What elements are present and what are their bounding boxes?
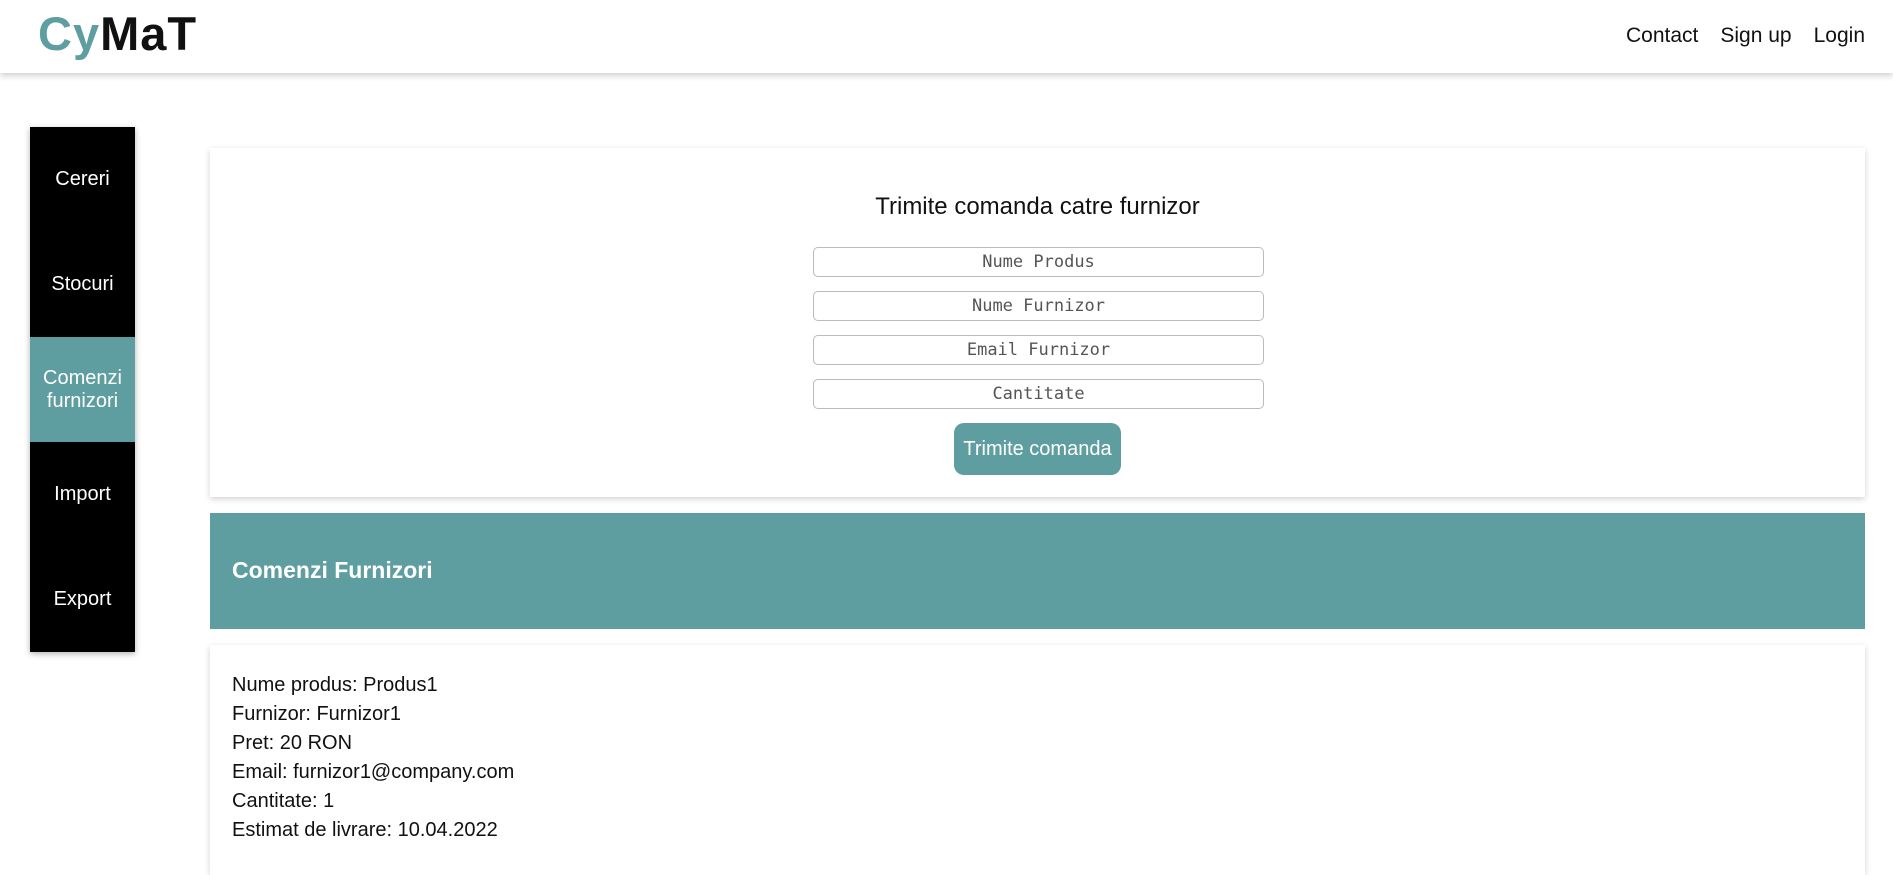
- supplier-name-input[interactable]: [813, 291, 1264, 321]
- nav-signup-link[interactable]: Sign up: [1720, 24, 1791, 48]
- orders-section-title: Comenzi Furnizori: [232, 557, 433, 583]
- order-supplier: Furnizor: Furnizor1: [232, 703, 401, 725]
- product-name-input[interactable]: [813, 247, 1264, 277]
- sidebar-item-cereri[interactable]: Cereri: [30, 127, 135, 232]
- nav-login-link[interactable]: Login: [1814, 24, 1865, 48]
- top-nav: Contact Sign up Login: [1626, 24, 1865, 48]
- quantity-input[interactable]: [813, 379, 1264, 409]
- order-form-card: Trimite comanda catre furnizor Trimite c…: [210, 148, 1865, 497]
- order-product: Nume produs: Produs1: [232, 674, 438, 696]
- orders-section-header: Comenzi Furnizori: [210, 513, 1865, 629]
- order-email: Email: furnizor1@company.com: [232, 761, 515, 783]
- order-card: Nume produs: Produs1 Furnizor: Furnizor1…: [210, 645, 1865, 875]
- logo[interactable]: CyMaT: [38, 6, 197, 61]
- logo-cy: Cy: [38, 7, 101, 60]
- sidebar-item-comenzi-furnizori[interactable]: Comenzi furnizori: [30, 337, 135, 442]
- order-quantity: Cantitate: 1: [232, 790, 335, 812]
- logo-mat: MaT: [100, 7, 198, 60]
- send-order-button[interactable]: Trimite comanda: [954, 423, 1121, 475]
- sidebar-item-import[interactable]: Import: [30, 442, 135, 547]
- sidebar-item-stocuri[interactable]: Stocuri: [30, 232, 135, 337]
- form-title: Trimite comanda catre furnizor: [875, 193, 1200, 220]
- order-details: Nume produs: Produs1 Furnizor: Furnizor1…: [232, 671, 514, 845]
- sidebar: Cereri Stocuri Comenzi furnizori Import …: [30, 127, 135, 652]
- order-price: Pret: 20 RON: [232, 732, 353, 754]
- sidebar-item-export[interactable]: Export: [30, 547, 135, 652]
- top-header: CyMaT Contact Sign up Login: [0, 0, 1893, 73]
- supplier-email-input[interactable]: [813, 335, 1264, 365]
- nav-contact-link[interactable]: Contact: [1626, 24, 1698, 48]
- order-delivery-estimate: Estimat de livrare: 10.04.2022: [232, 819, 498, 841]
